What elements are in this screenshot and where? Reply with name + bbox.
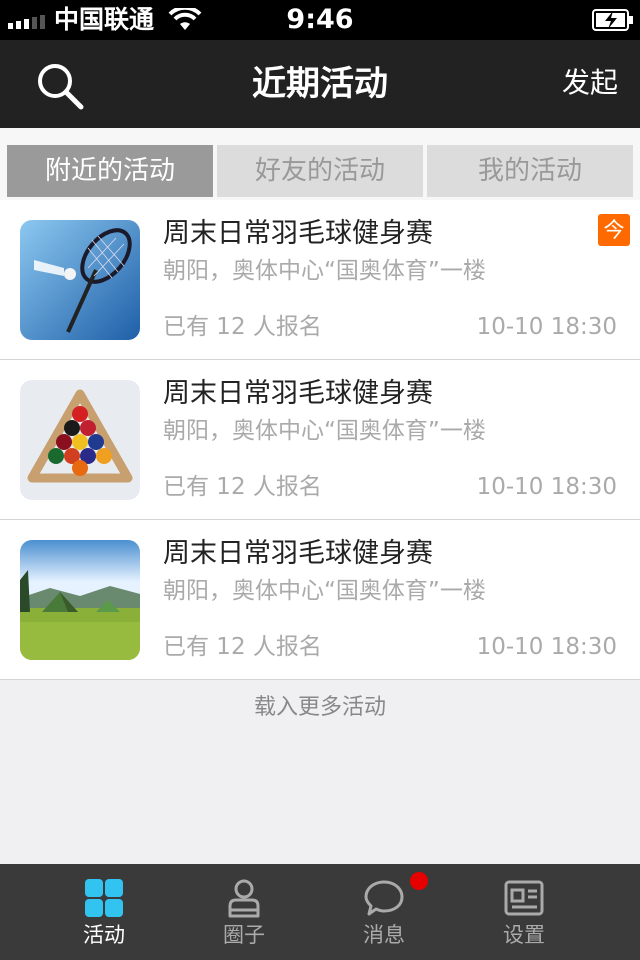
notification-dot — [410, 872, 428, 890]
navigation-bar: 近期活动 发起 — [0, 40, 640, 128]
activity-list-item[interactable]: 周末日常羽毛球健身赛 朝阳，奥体中心“国奥体育”一楼 已有 12 人报名 10-… — [0, 520, 640, 680]
tabbar-label: 设置 — [503, 923, 545, 947]
tab-my-activities[interactable]: 我的活动 — [427, 145, 633, 197]
battery-charging-icon — [592, 9, 633, 31]
activity-address: 朝阳，奥体中心“国奥体育”一楼 — [163, 258, 486, 284]
activity-title: 周末日常羽毛球健身赛 — [163, 538, 433, 569]
chat-bubble-icon — [364, 880, 404, 916]
grid-icon — [85, 879, 123, 917]
activity-signup-count: 已有 12 人报名 — [163, 634, 322, 660]
profile-icon — [228, 879, 260, 918]
id-card-icon — [504, 880, 544, 916]
today-badge: 今 — [598, 214, 630, 246]
activity-time: 10-10 18:30 — [476, 474, 617, 500]
activity-title: 周末日常羽毛球健身赛 — [163, 378, 433, 409]
tabbar-label: 活动 — [83, 923, 125, 947]
page-title: 近期活动 — [252, 64, 388, 104]
tab-friends-activities[interactable]: 好友的活动 — [217, 145, 423, 197]
activity-title: 周末日常羽毛球健身赛 — [163, 218, 433, 249]
tabbar-item-settings[interactable]: 设置 — [454, 864, 594, 960]
badminton-icon — [20, 220, 140, 340]
bottom-tab-bar: 活动 圈子 消息 设置 — [0, 864, 640, 960]
tabbar-item-activities[interactable]: 活动 — [34, 864, 174, 960]
activity-time: 10-10 18:30 — [476, 634, 617, 660]
camping-icon — [20, 540, 140, 660]
billiards-icon — [20, 380, 140, 500]
tabbar-label: 消息 — [363, 923, 405, 947]
activity-tabs: 附近的活动 好友的活动 我的活动 — [0, 128, 640, 200]
tabbar-item-messages[interactable]: 消息 — [314, 864, 454, 960]
activity-signup-count: 已有 12 人报名 — [163, 474, 322, 500]
activity-list-item[interactable]: 周末日常羽毛球健身赛 朝阳，奥体中心“国奥体育”一楼 已有 12 人报名 10-… — [0, 200, 640, 360]
load-more-button[interactable]: 载入更多活动 — [0, 688, 640, 728]
activity-address: 朝阳，奥体中心“国奥体育”一楼 — [163, 418, 486, 444]
activity-signup-count: 已有 12 人报名 — [163, 314, 322, 340]
status-time: 9:46 — [286, 4, 354, 35]
activity-list: 周末日常羽毛球健身赛 朝阳，奥体中心“国奥体育”一楼 已有 12 人报名 10-… — [0, 200, 640, 680]
activity-address: 朝阳，奥体中心“国奥体育”一楼 — [163, 578, 486, 604]
activity-time: 10-10 18:30 — [476, 314, 617, 340]
tabbar-item-circles[interactable]: 圈子 — [174, 864, 314, 960]
tabbar-label: 圈子 — [223, 923, 265, 947]
create-activity-button[interactable]: 发起 — [562, 62, 618, 104]
activity-list-item[interactable]: 周末日常羽毛球健身赛 朝阳，奥体中心“国奥体育”一楼 已有 12 人报名 10-… — [0, 360, 640, 520]
tab-nearby-activities[interactable]: 附近的活动 — [7, 145, 213, 197]
status-bar: 中国联通 9:46 — [0, 0, 640, 40]
